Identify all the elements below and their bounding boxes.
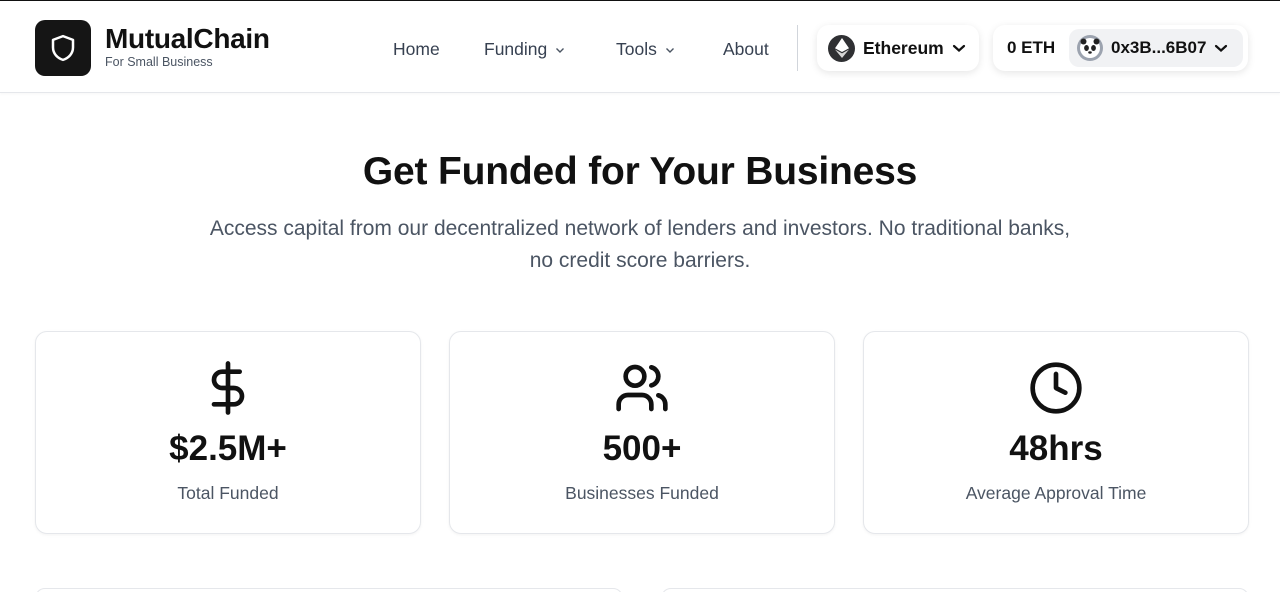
chevron-down-icon [1215, 44, 1228, 52]
stat-value: 500+ [602, 429, 682, 468]
chevron-down-icon [952, 44, 965, 52]
nav-tools-label: Tools [616, 39, 657, 59]
content-card [35, 588, 623, 592]
nav-tools[interactable]: Tools [616, 39, 675, 60]
stat-value: 48hrs [1009, 429, 1103, 468]
page-subtitle: Access capital from our decentralized ne… [209, 217, 1071, 272]
brand-name[interactable]: MutualChain [105, 23, 270, 55]
stat-card-total-funded: $2.5M+ Total Funded [35, 331, 421, 534]
stat-label: Businesses Funded [565, 483, 719, 503]
wallet-address: 0x3B...6B07 [1111, 38, 1207, 57]
stat-value: $2.5M+ [169, 429, 287, 468]
panda-avatar-icon [1077, 35, 1103, 61]
stat-label: Total Funded [177, 483, 279, 503]
site-header: MutualChain For Small Business Home Fund… [0, 0, 1280, 93]
nav-home[interactable]: Home [393, 39, 440, 60]
page-title: Get Funded for Your Business [362, 150, 918, 193]
chevron-down-icon [556, 47, 565, 53]
nav-home-label: Home [393, 39, 440, 59]
content-card [661, 588, 1249, 592]
users-icon [616, 364, 668, 412]
stat-card-businesses-funded: 500+ Businesses Funded [449, 331, 835, 534]
dollar-icon [211, 361, 245, 415]
nav-divider [797, 25, 798, 71]
network-selector[interactable]: Ethereum [817, 25, 979, 71]
wallet-widget: 0 ETH 0x3B...6B07 [993, 25, 1248, 71]
nav-about-label: About [723, 39, 769, 59]
network-label: Ethereum [863, 37, 944, 58]
nav-funding-label: Funding [484, 39, 548, 59]
nav-about[interactable]: About [723, 39, 769, 60]
shield-logo-icon[interactable] [35, 20, 91, 76]
clock-icon [1030, 362, 1082, 414]
stat-label: Average Approval Time [965, 483, 1147, 503]
brand-tagline: For Small Business [105, 55, 213, 69]
wallet-balance: 0 ETH [1007, 38, 1056, 57]
stat-card-approval-time: 48hrs Average Approval Time [863, 331, 1249, 534]
account-button[interactable]: 0x3B...6B07 [1069, 29, 1243, 67]
chevron-down-icon [665, 47, 674, 53]
nav-funding[interactable]: Funding [484, 39, 565, 60]
ethereum-icon [828, 34, 855, 62]
